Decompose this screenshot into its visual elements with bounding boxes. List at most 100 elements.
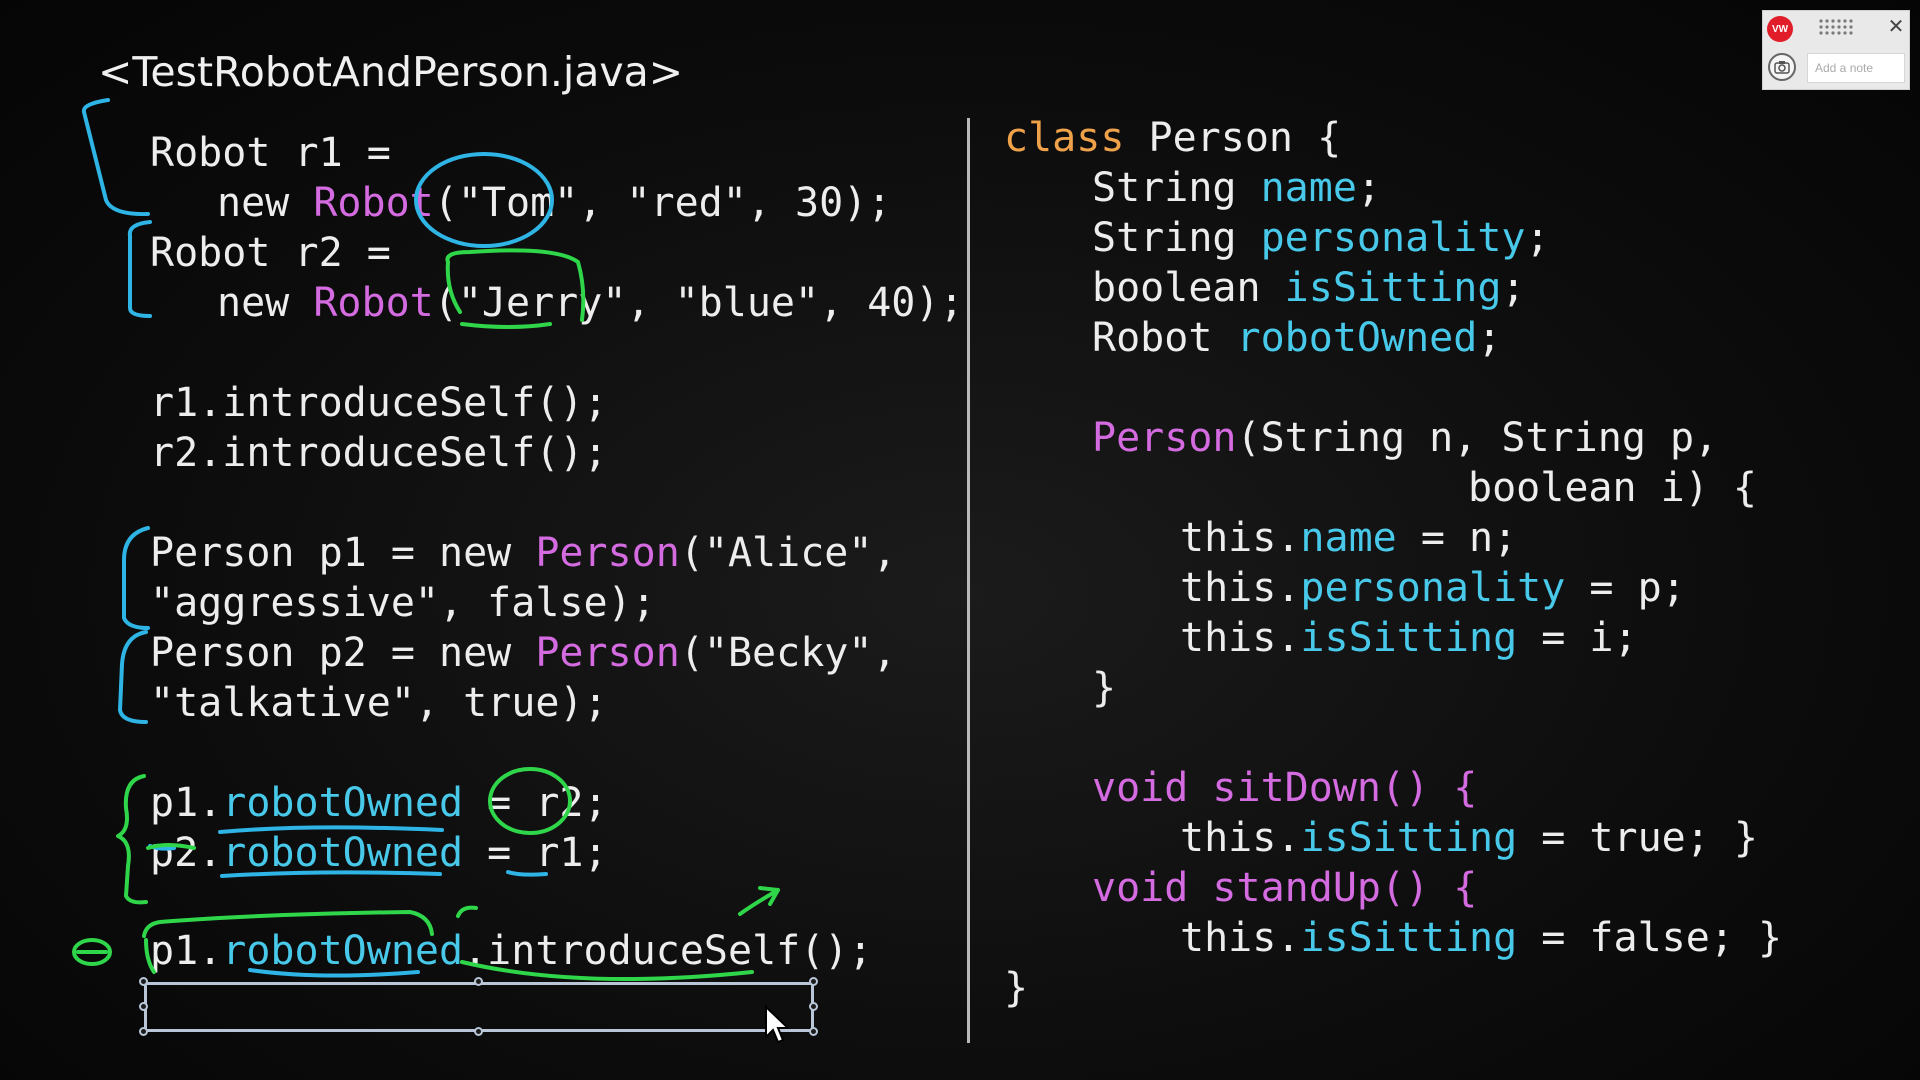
code-token: "talkative", true); (150, 680, 608, 726)
close-icon[interactable]: ✕ (1885, 14, 1907, 38)
code-token: Person (1092, 415, 1237, 461)
code-token: r1.introduceSelf(); (150, 380, 608, 426)
resize-handle[interactable] (474, 1027, 483, 1036)
code-token: name (1300, 515, 1397, 561)
code-token: personality (1260, 215, 1526, 261)
code-token: robotOwned (222, 928, 464, 974)
code-line: } (1004, 963, 1028, 1013)
code-line: this.personality = p; (1180, 563, 1686, 613)
code-token: Person (535, 530, 680, 576)
code-token: ("Tom", "red", 30); (433, 180, 892, 226)
code-token: String (1092, 165, 1261, 211)
code-token: isSitting (1300, 615, 1518, 661)
note-widget: VW ✕ (1762, 10, 1910, 90)
code-token: this. (1180, 915, 1301, 961)
blue-bracket-ink (122, 526, 150, 630)
code-line: Person p1 = new Person("Alice", (150, 528, 897, 578)
code-token: ("Becky", (679, 630, 897, 676)
drag-handle-icon[interactable] (1818, 18, 1856, 36)
code-token: = p; (1565, 565, 1686, 611)
code-token: new (217, 280, 314, 326)
code-line: String name; (1092, 163, 1381, 213)
blue-bracket-ink (118, 630, 148, 724)
code-token: r2.introduceSelf(); (150, 430, 608, 476)
code-token: isSitting (1300, 815, 1518, 861)
note-input[interactable] (1807, 53, 1905, 83)
code-token: } (1004, 965, 1029, 1011)
code-line: Robot robotOwned; (1092, 313, 1501, 363)
code-line: new Robot("Jerry", "blue", 40); (217, 278, 964, 328)
code-token: = i; (1517, 615, 1638, 661)
code-token: ; (1356, 165, 1381, 211)
code-token: robotOwned (222, 830, 464, 876)
code-line: void sitDown() { (1092, 763, 1477, 813)
code-token: class (1004, 115, 1125, 161)
code-line: p2.robotOwned = r1; (150, 828, 608, 878)
code-line: void standUp() { (1092, 863, 1477, 913)
code-line: Person p2 = new Person("Becky", (150, 628, 897, 678)
code-token: Robot (1092, 315, 1237, 361)
code-token: this. (1180, 515, 1301, 561)
code-token: .introduceSelf(); (463, 928, 873, 974)
resize-handle[interactable] (474, 977, 483, 986)
file-title: <TestRobotAndPerson.java> (98, 48, 684, 96)
resize-handle[interactable] (139, 1027, 148, 1036)
green-bracket-ink (116, 774, 148, 905)
code-line: "aggressive", false); (150, 578, 656, 628)
code-token: "aggressive", false); (150, 580, 656, 626)
code-line: this.isSitting = true; } (1180, 813, 1758, 863)
code-token: boolean (1092, 265, 1285, 311)
code-token: new (217, 180, 314, 226)
code-token: Robot r1 = (150, 130, 391, 176)
code-token: isSitting (1300, 915, 1518, 961)
code-token: ; (1525, 215, 1550, 261)
selection-box[interactable] (144, 982, 814, 1032)
code-line: p1.robotOwned.introduceSelf(); (150, 926, 872, 976)
code-line: Robot r1 = (150, 128, 391, 178)
code-token: boolean i) { (1468, 465, 1757, 511)
resize-handle[interactable] (809, 977, 818, 986)
panel-divider (967, 118, 970, 1043)
code-token: = false; } (1517, 915, 1783, 961)
code-token: = n; (1396, 515, 1518, 561)
code-line: this.isSitting = i; (1180, 613, 1638, 663)
code-token: isSitting (1284, 265, 1502, 311)
blue-bracket-ink (127, 220, 152, 318)
resize-handle[interactable] (809, 1027, 818, 1036)
code-line: Robot r2 = (150, 228, 391, 278)
code-token: Robot r2 = (150, 230, 391, 276)
code-token: String (1092, 215, 1261, 261)
camera-button[interactable] (1768, 53, 1796, 81)
code-token: void standUp() { (1092, 865, 1478, 911)
code-token: name (1260, 165, 1357, 211)
code-token: ; (1477, 315, 1502, 361)
code-token: this. (1180, 815, 1301, 861)
resize-handle[interactable] (809, 1002, 818, 1011)
code-token: p1. (150, 928, 223, 974)
code-token: Person p2 = new (150, 630, 536, 676)
resize-handle[interactable] (139, 1002, 148, 1011)
code-token: = true; } (1517, 815, 1758, 861)
green-circle-ink (72, 938, 112, 966)
code-token: } (1092, 665, 1117, 711)
code-token: void sitDown() { (1092, 765, 1478, 811)
code-line: "talkative", true); (150, 678, 608, 728)
resize-handle[interactable] (139, 977, 148, 986)
code-line: p1.robotOwned = r2; (150, 778, 608, 828)
code-line: this.name = n; (1180, 513, 1517, 563)
code-token: Person (535, 630, 680, 676)
code-token: ("Jerry", "blue", 40); (433, 280, 964, 326)
code-line: boolean i) { (1468, 463, 1757, 513)
code-token: ; (1501, 265, 1526, 311)
code-line: r1.introduceSelf(); (150, 378, 608, 428)
code-token: p2. (150, 830, 223, 876)
code-token: this. (1180, 615, 1301, 661)
mouse-cursor-icon (765, 1005, 791, 1044)
code-token: Robot (313, 180, 434, 226)
code-token: = r2; (463, 780, 608, 826)
code-token: (String n, String p, (1236, 415, 1719, 461)
code-token: ("Alice", (679, 530, 897, 576)
code-line: new Robot("Tom", "red", 30); (217, 178, 891, 228)
brand-logo-icon: VW (1767, 16, 1793, 42)
code-line: boolean isSitting; (1092, 263, 1526, 313)
